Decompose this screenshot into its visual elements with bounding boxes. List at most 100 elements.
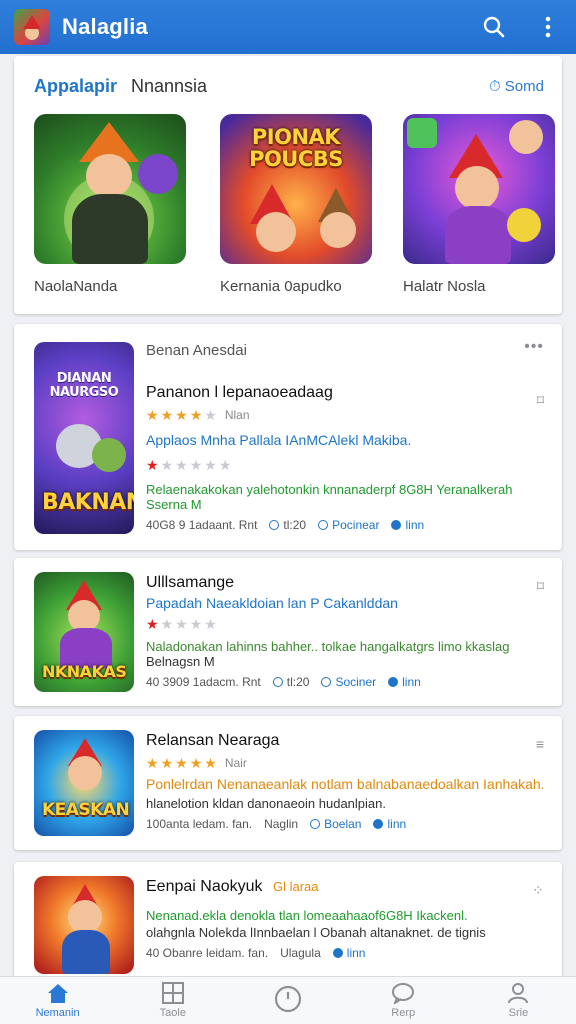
nav-table[interactable]: Taole <box>115 977 230 1024</box>
app-title: Relansan Nearaga <box>146 732 280 749</box>
badge-icon <box>310 819 321 829</box>
app-title: Pananon l lepanaoeadaag <box>146 384 333 401</box>
meta-count-label: tl:20 <box>283 518 307 532</box>
chat-icon <box>392 983 415 1004</box>
rating-stars: ★ ★ ★ ★ ★ Nlan <box>146 406 250 423</box>
meta-chip-b-label: linn <box>346 946 366 960</box>
drag-handle-icon[interactable]: ⁘ <box>532 882 544 899</box>
app-summary: Relaenakakokan yalehotonkin knnanaderpf … <box>146 482 513 497</box>
meta-chip-a[interactable]: Boelan <box>310 817 361 831</box>
game-artwork: NKNAKAS <box>34 572 134 692</box>
app-title-tag: Gl laraa <box>272 879 319 894</box>
app-bar: Nalaglia <box>0 0 576 54</box>
nav-label: Taole <box>159 1007 186 1019</box>
clock-icon <box>272 677 283 687</box>
game-artwork: DIANAN NAURGSO BAKNAN <box>34 342 134 534</box>
app-summary-extra: Sserna M <box>146 497 202 512</box>
section-label: Benan Anesdai <box>146 342 247 359</box>
meta-count-label: tl:20 <box>286 675 310 689</box>
meta-count-label: Naglin <box>264 817 299 831</box>
featured-caption: Kernania 0apudko <box>220 278 342 295</box>
grid-icon <box>161 982 184 1004</box>
more-options-icon[interactable]: ••• <box>524 338 544 356</box>
app-list-card[interactable]: NKNAKAS Ulllsamange Papadah Naeakldoian … <box>14 558 562 706</box>
nav-chat[interactable]: Rerp <box>346 977 461 1024</box>
clock-icon <box>274 985 302 1013</box>
meta-chip-b[interactable]: linn <box>332 946 366 960</box>
nav-profile[interactable]: Srie <box>461 977 576 1024</box>
more-vert-icon[interactable] <box>534 13 562 41</box>
app-meta: 40 3909 1adacm. Rnt tl:20 Sociner linn <box>146 675 546 689</box>
featured-card: Appalapir Nnannsia ⏱ Somd NaolaNanda PIO… <box>14 56 562 314</box>
meta-chip-b[interactable]: linn <box>373 817 406 831</box>
drag-handle-icon[interactable]: ≡ <box>536 736 544 752</box>
meta-chip-a-label: Boelan <box>324 817 362 831</box>
game-artwork <box>34 114 186 264</box>
rating-stars: ★ ★ ★ ★ ★ <box>146 615 217 632</box>
app-logo-icon <box>14 9 50 45</box>
clock-icon <box>269 520 280 530</box>
meta-chip-a-label: Pocinear <box>332 518 380 532</box>
app-summary: olahgnla Nolekda lInnbaelan l Obanah alt… <box>146 925 486 940</box>
app-list-card[interactable]: KEASKAN Relansan Nearaga ★ ★ ★ ★ ★ Nair Ponl… <box>14 716 562 850</box>
nav-label: Rerp <box>391 1007 416 1019</box>
meta-chip-a[interactable]: Pocinear <box>318 518 379 532</box>
app-summary: hlanelotion kldan danonaeoin hudanlpian. <box>146 796 386 811</box>
meta-date: 40 3909 1adacm. Rnt <box>146 675 261 689</box>
home-icon <box>47 984 68 1003</box>
meta-date: 100anta ledam. fan. <box>146 817 253 831</box>
rating-stars: ★ ★ ★ ★ ★ Nair <box>146 754 247 771</box>
app-meta: 40G8 9 1adaant. Rnt tl:20 Pocinear linn <box>146 518 546 532</box>
game-artwork: KEASKAN <box>34 730 134 836</box>
meta-chip-a[interactable]: Sociner <box>321 675 376 689</box>
meta-count: Naglin <box>264 817 298 831</box>
app-description: Applaos Mnha Pallala IAnMCAlekl Makiba. <box>146 432 412 448</box>
artwork-banner-text: KEASKAN <box>42 800 130 820</box>
app-summary: Naladonakan lahinns bahher.. tolkae hang… <box>146 639 510 654</box>
featured-item[interactable]: PIONAK POUCBS Kernania 0apudko <box>220 114 372 295</box>
featured-header: Appalapir Nnannsia ⏱ Somd <box>34 76 544 97</box>
app-description: Ponlelrdan Nenanaeanlak notlam balnabana… <box>146 776 545 792</box>
nav-clock[interactable] <box>230 977 345 1024</box>
meta-count: Ulagula <box>280 946 321 960</box>
nav-label: Srie <box>508 1007 529 1019</box>
app-title: Nalaglia <box>62 14 148 39</box>
game-artwork <box>34 876 134 974</box>
search-icon[interactable] <box>480 13 508 41</box>
meta-count-label: Ulagula <box>280 946 321 960</box>
bird-icon <box>373 819 384 829</box>
user-icon <box>508 983 529 1004</box>
artwork-banner-text: NKNAKAS <box>42 662 127 681</box>
meta-date: 40G8 9 1adaant. Rnt <box>146 518 258 532</box>
app-summary-extra: Belnagsn M <box>146 654 215 669</box>
meta-chip-b[interactable]: linn <box>391 518 424 532</box>
app-list-content: Relansan Nearaga ★ ★ ★ ★ ★ Nair Ponlelrdan N… <box>146 732 546 831</box>
featured-heading-primary: Appalapir <box>34 76 118 96</box>
app-meta: 40 Obanre leidam. fan. Ulagula linn <box>146 946 546 960</box>
meta-chip-b-label: linn <box>402 675 421 689</box>
bookmark-icon[interactable]: ⌑ <box>537 392 544 409</box>
nav-label: Nemanin <box>35 1007 80 1019</box>
app-title: Eenpai Naokyuk Gl laraa <box>146 878 546 896</box>
bookmark-icon[interactable]: ⌑ <box>537 578 544 595</box>
see-more-link[interactable]: ⏱ Somd <box>489 78 544 95</box>
featured-heading-secondary: Nnannsia <box>131 76 208 96</box>
featured-item[interactable]: Halatr Nosla <box>403 114 555 295</box>
app-title-text: Eenpai Naokyuk <box>146 878 263 895</box>
app-meta: 100anta ledam. fan. Naglin Boelan linn <box>146 817 546 831</box>
app-description: Nenanad.ekla denokla tlan lomeaahaaof6G8… <box>146 908 468 923</box>
app-description: Papadah Naeakldoian lan P Cakanlddan <box>146 595 398 611</box>
app-list-card[interactable]: Eenpai Naokyuk Gl laraa Nenanad.ekla den… <box>14 862 562 976</box>
nav-home[interactable]: Nemanin <box>0 977 115 1024</box>
game-artwork <box>403 114 555 264</box>
app-list-card[interactable]: Benan Anesdai ••• DIANAN NAURGSO BAKNAN … <box>14 324 562 550</box>
meta-chip-b[interactable]: linn <box>388 675 421 689</box>
featured-caption: NaolaNanda <box>34 278 118 295</box>
featured-item[interactable]: NaolaNanda <box>34 114 186 295</box>
meta-chip-b-label: linn <box>387 817 407 831</box>
bird-icon <box>332 948 343 958</box>
bird-icon <box>391 520 402 530</box>
meta-date: 40 Obanre leidam. fan. <box>146 946 269 960</box>
rating-note: Nlan <box>224 408 250 422</box>
app-list-content: Pananon l lepanaoeadaag ★ ★ ★ ★ ★ Nlan Appla… <box>146 384 546 532</box>
